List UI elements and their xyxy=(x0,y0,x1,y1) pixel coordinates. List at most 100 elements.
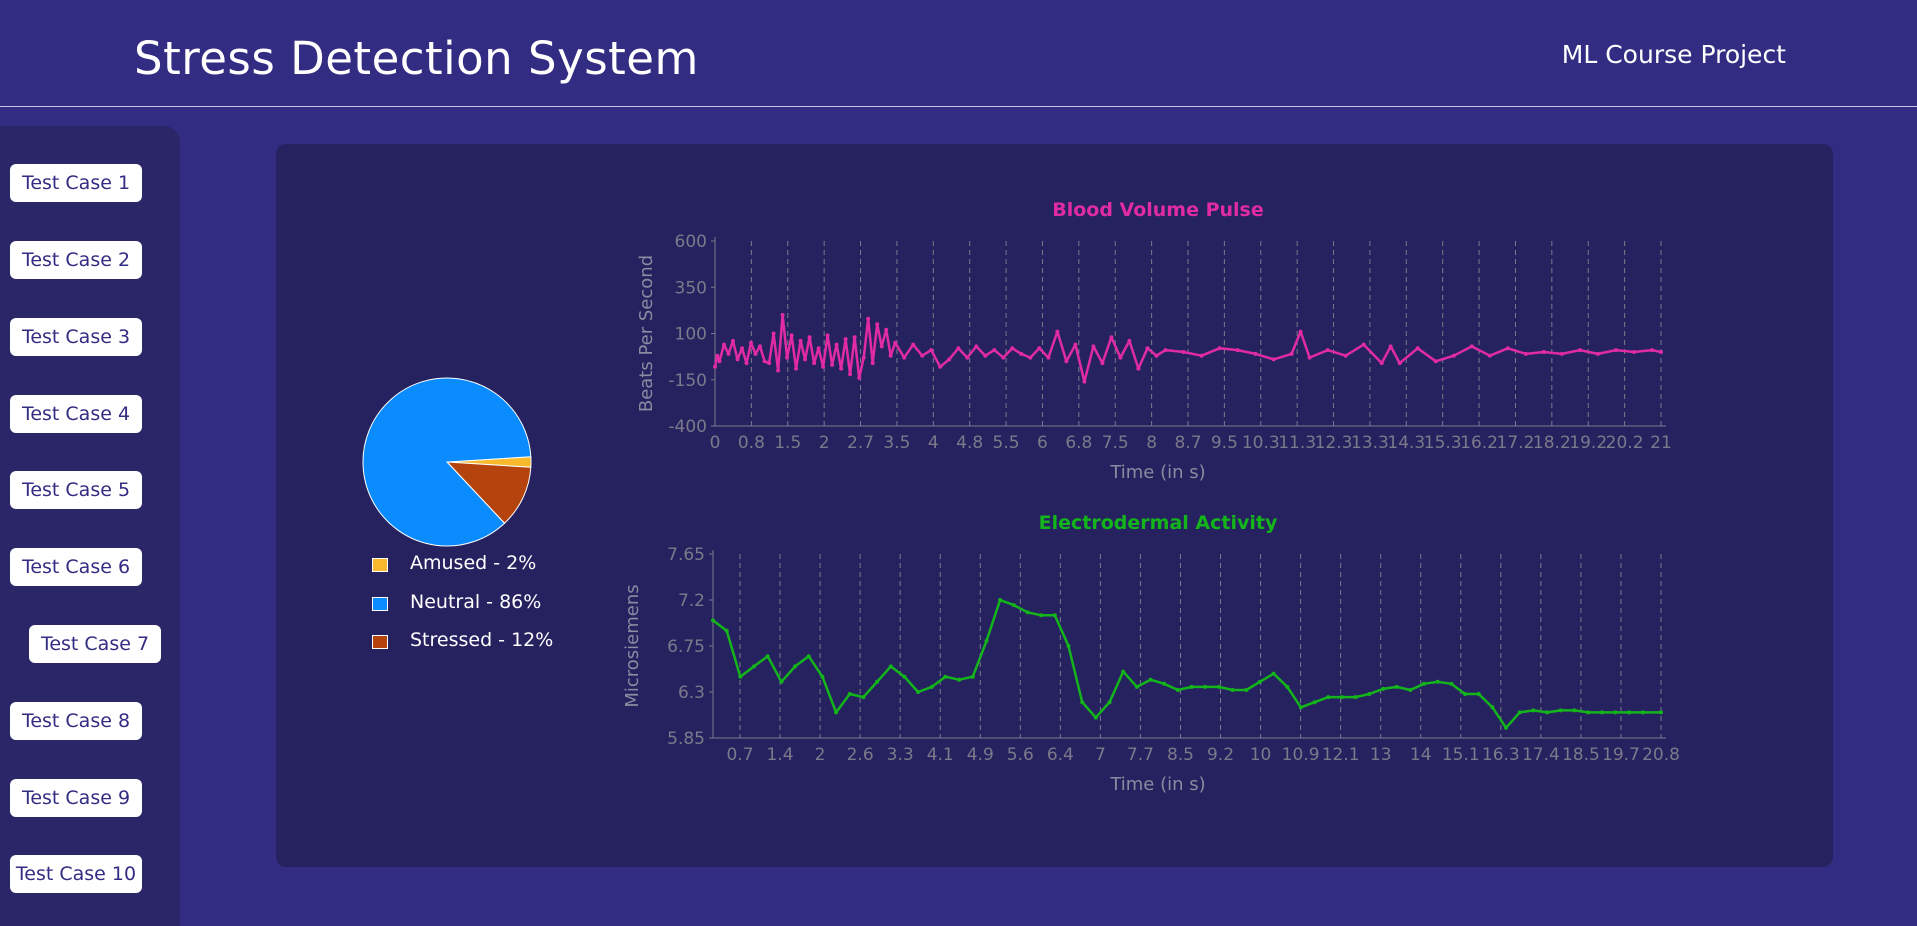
data-point xyxy=(834,342,839,347)
data-point xyxy=(1435,679,1440,684)
data-point xyxy=(711,618,715,623)
data-point xyxy=(762,359,767,364)
data-point xyxy=(1325,348,1330,353)
y-tick-label: 6.3 xyxy=(678,683,705,703)
data-point xyxy=(1326,695,1331,700)
data-point xyxy=(1451,353,1456,358)
data-point xyxy=(916,690,921,694)
data-point xyxy=(861,695,866,700)
x-tick-label: 13 xyxy=(1370,745,1392,765)
data-point xyxy=(879,344,884,349)
data-point xyxy=(1189,684,1194,689)
y-tick-label: -150 xyxy=(668,371,707,391)
data-point xyxy=(1055,329,1060,334)
data-point xyxy=(1559,351,1564,356)
data-point xyxy=(861,355,866,360)
x-tick-label: 12.3 xyxy=(1315,433,1353,453)
data-point xyxy=(722,342,726,347)
data-point xyxy=(1531,708,1536,713)
data-point xyxy=(749,340,753,345)
x-tick-label: 18.5 xyxy=(1562,745,1600,765)
data-point xyxy=(1307,355,1312,360)
data-point xyxy=(812,361,817,366)
data-point xyxy=(1230,688,1235,692)
data-point xyxy=(1025,610,1030,615)
data-point xyxy=(1469,344,1474,349)
x-tick-label: 0.7 xyxy=(726,745,753,765)
data-point xyxy=(1298,705,1303,710)
data-point xyxy=(1577,348,1582,353)
x-tick-label: 1.4 xyxy=(767,745,794,765)
data-point xyxy=(798,338,803,343)
data-point xyxy=(744,361,749,366)
data-point xyxy=(1127,338,1132,343)
x-tick-label: 6.8 xyxy=(1065,433,1092,453)
x-tick-label: 11.3 xyxy=(1278,433,1316,453)
x-tick-label: 7 xyxy=(1095,745,1106,765)
data-point xyxy=(884,327,889,332)
data-point xyxy=(1614,348,1618,353)
data-point xyxy=(1203,684,1208,689)
data-point xyxy=(793,664,797,669)
x-tick-label: 7.7 xyxy=(1127,745,1154,765)
data-point xyxy=(1064,359,1069,364)
data-point xyxy=(1145,346,1150,351)
x-tick-label: 6 xyxy=(1037,433,1048,453)
data-point xyxy=(1080,700,1085,705)
data-point xyxy=(1010,346,1015,351)
data-point xyxy=(1408,688,1413,692)
data-point xyxy=(1504,725,1508,730)
data-point xyxy=(1235,348,1240,353)
data-point xyxy=(984,638,989,643)
data-point xyxy=(902,674,907,679)
y-tick-label: 6.75 xyxy=(667,637,705,657)
data-point xyxy=(1640,710,1645,715)
data-point xyxy=(1422,681,1426,686)
data-point xyxy=(1073,342,1078,347)
x-tick-label: 4.1 xyxy=(927,745,954,765)
data-point xyxy=(1381,686,1385,691)
data-point xyxy=(1011,603,1016,608)
data-point xyxy=(771,331,776,336)
data-point xyxy=(888,353,893,358)
data-point xyxy=(1433,359,1438,364)
data-point xyxy=(929,348,934,353)
data-point xyxy=(735,357,740,362)
x-tick-label: 2.7 xyxy=(847,433,874,453)
data-point xyxy=(724,628,729,633)
chart-title: Blood Volume Pulse xyxy=(1052,199,1264,221)
data-point xyxy=(1109,335,1114,340)
x-tick-label: 20.8 xyxy=(1642,745,1680,765)
x-tick-label: 15.1 xyxy=(1442,745,1480,765)
x-tick-label: 4 xyxy=(928,433,939,453)
data-point xyxy=(821,364,826,369)
data-point xyxy=(1487,353,1492,358)
x-tick-label: 16.3 xyxy=(1482,745,1520,765)
data-point xyxy=(1001,355,1006,360)
data-point xyxy=(852,335,857,340)
x-tick-label: 9.2 xyxy=(1207,745,1234,765)
data-point xyxy=(992,348,997,353)
x-tick-label: 0.8 xyxy=(738,433,765,453)
data-point xyxy=(1162,681,1167,686)
data-point xyxy=(830,362,835,367)
data-point xyxy=(1121,669,1126,674)
bvp-line-chart: Blood Volume Pulse 0 0.8 1.5 2 2.7 3.5 4 4.8 5.5 6… xyxy=(636,199,1672,483)
data-point xyxy=(820,674,825,679)
data-point xyxy=(779,679,784,684)
data-point xyxy=(715,353,720,358)
data-point xyxy=(1100,361,1105,366)
data-point xyxy=(758,344,762,349)
y-axis-label: Beats Per Second xyxy=(636,255,657,412)
data-point xyxy=(1572,708,1577,713)
data-point xyxy=(1199,353,1204,358)
data-point xyxy=(1541,350,1546,354)
data-point xyxy=(1134,684,1139,689)
x-tick-label: 8 xyxy=(1146,433,1157,453)
data-point xyxy=(847,692,852,696)
data-point xyxy=(1107,700,1112,705)
x-tick-label: 7.5 xyxy=(1102,433,1129,453)
data-point xyxy=(1632,350,1636,354)
data-point xyxy=(1449,681,1454,686)
x-tick-label: 3.3 xyxy=(887,745,914,765)
